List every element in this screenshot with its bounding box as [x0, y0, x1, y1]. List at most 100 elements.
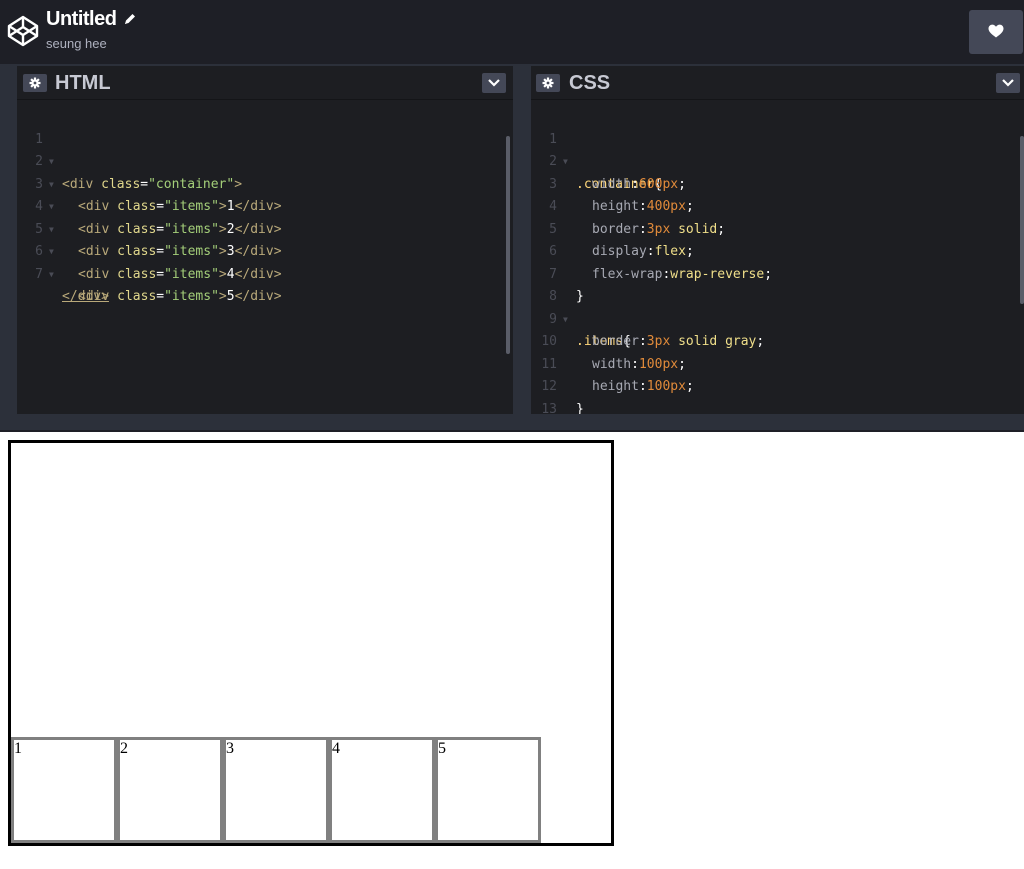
html-pane-menu-button[interactable] — [482, 73, 506, 93]
heart-icon — [988, 24, 1004, 38]
code-token: "items" — [164, 244, 219, 259]
css-scrollbar[interactable] — [1020, 136, 1024, 304]
love-button[interactable] — [969, 10, 1023, 54]
code-token: : — [638, 334, 647, 349]
code-line: 4 ▼ <div class="items">3</div> — [17, 174, 281, 259]
codepen-logo-icon[interactable] — [7, 15, 39, 47]
left-resize-gutter[interactable] — [0, 64, 17, 414]
css-code-area[interactable]: 1 ▼ .container{ 2 width:600px; 3 height:… — [531, 99, 1024, 417]
code-token: 3px — [646, 221, 671, 237]
code-token: = — [140, 176, 149, 192]
code-token: ; — [756, 334, 765, 349]
html-pane-header: HTML — [17, 66, 513, 99]
code-token: 1 — [226, 199, 235, 214]
code-token: > — [218, 244, 227, 259]
code-token: "items" — [164, 289, 219, 304]
code-token: 100px — [646, 379, 686, 394]
author-name[interactable]: seung hee — [46, 36, 107, 51]
code-token: ; — [764, 266, 773, 282]
code-line: 7 </div> — [17, 241, 109, 305]
code-line: 8 ▼ .items{ — [531, 264, 631, 349]
code-line: 2 width:600px; — [531, 129, 686, 192]
code-token: > — [218, 266, 227, 282]
chevron-down-icon — [488, 79, 500, 87]
code-token: > — [218, 199, 227, 214]
flex-item: 3 — [223, 737, 329, 843]
code-token: </div> — [234, 244, 282, 259]
editor-area: HTML 1 ▼ <div class="container"> 2 ▼ <di… — [0, 64, 1024, 417]
code-token: flex — [654, 244, 686, 259]
line-number: 7 — [35, 266, 43, 282]
top-header: Untitled seung hee — [0, 0, 1024, 64]
code-token: ; — [678, 356, 686, 372]
html-settings-button[interactable] — [23, 74, 47, 92]
code-token: ; — [717, 221, 726, 237]
code-token: </div> — [234, 266, 282, 282]
flex-container: 1 2 3 4 5 — [8, 440, 614, 846]
preview-resize-bar[interactable] — [0, 414, 1024, 432]
code-token: ; — [685, 199, 694, 214]
code-token: ; — [685, 244, 694, 259]
code-token: 3px — [646, 334, 671, 349]
pen-title[interactable]: Untitled — [46, 8, 117, 31]
code-token: 400px — [646, 199, 686, 214]
code-token: class — [117, 221, 157, 237]
code-line: 7 } — [531, 241, 609, 305]
code-line: 3 height:400px; — [531, 151, 694, 215]
html-scrollbar[interactable] — [506, 136, 510, 354]
code-token: class — [101, 176, 141, 192]
code-token: = — [156, 221, 165, 237]
code-token: : — [631, 356, 639, 372]
code-token: </div> — [234, 289, 282, 304]
code-token: 600px — [638, 176, 679, 192]
code-line: 5 display:flex; — [531, 196, 694, 260]
code-token: class — [117, 244, 157, 259]
code-token: 4 — [226, 266, 235, 282]
code-token: 100px — [638, 356, 679, 372]
code-token: 5 — [226, 289, 235, 304]
flex-item: 5 — [435, 737, 541, 843]
code-line: 5 ▼ <div class="items">4</div> — [17, 196, 281, 282]
code-token: = — [156, 244, 165, 259]
code-token: class — [117, 266, 157, 282]
code-token: > — [218, 289, 227, 304]
pane-resize-divider[interactable] — [513, 64, 531, 414]
css-code: 1 ▼ .container{ 2 width:600px; 3 height:… — [531, 106, 772, 417]
edit-pencil-icon[interactable] — [123, 12, 137, 26]
code-token: : — [638, 199, 647, 214]
code-token: "items" — [164, 266, 219, 282]
code-token: = — [156, 266, 165, 282]
flex-item: 1 — [11, 737, 117, 843]
code-token: : — [631, 176, 639, 192]
code-token: wrap-reverse — [670, 266, 765, 282]
code-token: 2 — [226, 221, 235, 237]
code-token: : — [638, 379, 647, 394]
code-token: class — [117, 289, 157, 304]
code-token: ; — [678, 176, 686, 192]
gear-icon — [542, 77, 554, 89]
code-token: class — [117, 199, 157, 214]
code-line: 6 ▼ <div class="items">5</div> — [17, 219, 281, 304]
html-pane-title: HTML — [55, 72, 111, 94]
code-token: : — [638, 221, 647, 237]
code-line: 9 border:3px solid gray; — [531, 286, 764, 350]
code-line: 4 border:3px solid; — [531, 174, 725, 237]
code-token: "container" — [148, 176, 235, 192]
code-line: 3 ▼ <div class="items">2</div> — [17, 151, 281, 237]
code-token: ; — [685, 379, 694, 394]
code-token: "items" — [164, 199, 219, 214]
code-line: 10 width:100px; — [531, 309, 686, 372]
code-token: = — [156, 289, 165, 304]
code-token: </div> — [62, 289, 109, 304]
code-token: > — [218, 221, 227, 237]
gear-icon — [29, 77, 41, 89]
code-token: 3 — [226, 244, 235, 259]
html-code-area[interactable]: 1 ▼ <div class="container"> 2 ▼ <div cla… — [17, 99, 513, 415]
css-pane-menu-button[interactable] — [996, 73, 1020, 93]
code-token: "items" — [164, 221, 219, 237]
code-token: = — [156, 199, 165, 214]
css-pane-title: CSS — [569, 72, 611, 94]
result-preview: 1 2 3 4 5 — [0, 432, 1024, 869]
code-token: solid gray — [670, 334, 757, 349]
css-settings-button[interactable] — [536, 74, 560, 92]
